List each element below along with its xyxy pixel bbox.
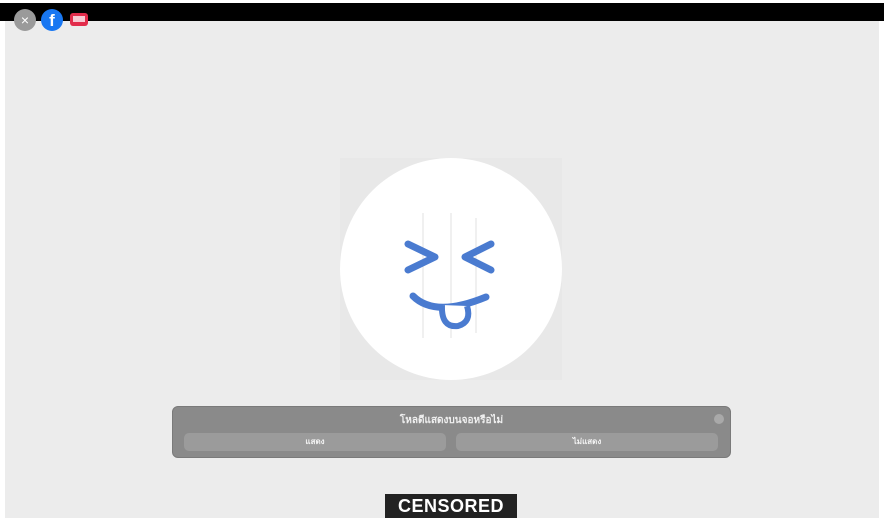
facebook-icon[interactable]: f	[41, 9, 63, 31]
display-dialog: โหลดีแสดงบนจอหรือไม่ แสดง ไม่แสดง	[172, 406, 731, 458]
dialog-close-icon[interactable]	[714, 414, 724, 424]
show-button[interactable]: แสดง	[184, 433, 446, 451]
emoji-illustration	[340, 158, 562, 380]
dialog-title: โหลดีแสดงบนจอหรือไม่	[399, 415, 504, 426]
tongue	[438, 304, 472, 330]
censored-label: CENSORED	[385, 494, 517, 518]
emoji-svg	[340, 158, 562, 380]
close-icon[interactable]: ×	[14, 9, 36, 31]
hide-button[interactable]: ไม่แสดง	[456, 433, 718, 451]
top-bar	[0, 3, 884, 21]
flag-icon[interactable]	[70, 13, 88, 26]
